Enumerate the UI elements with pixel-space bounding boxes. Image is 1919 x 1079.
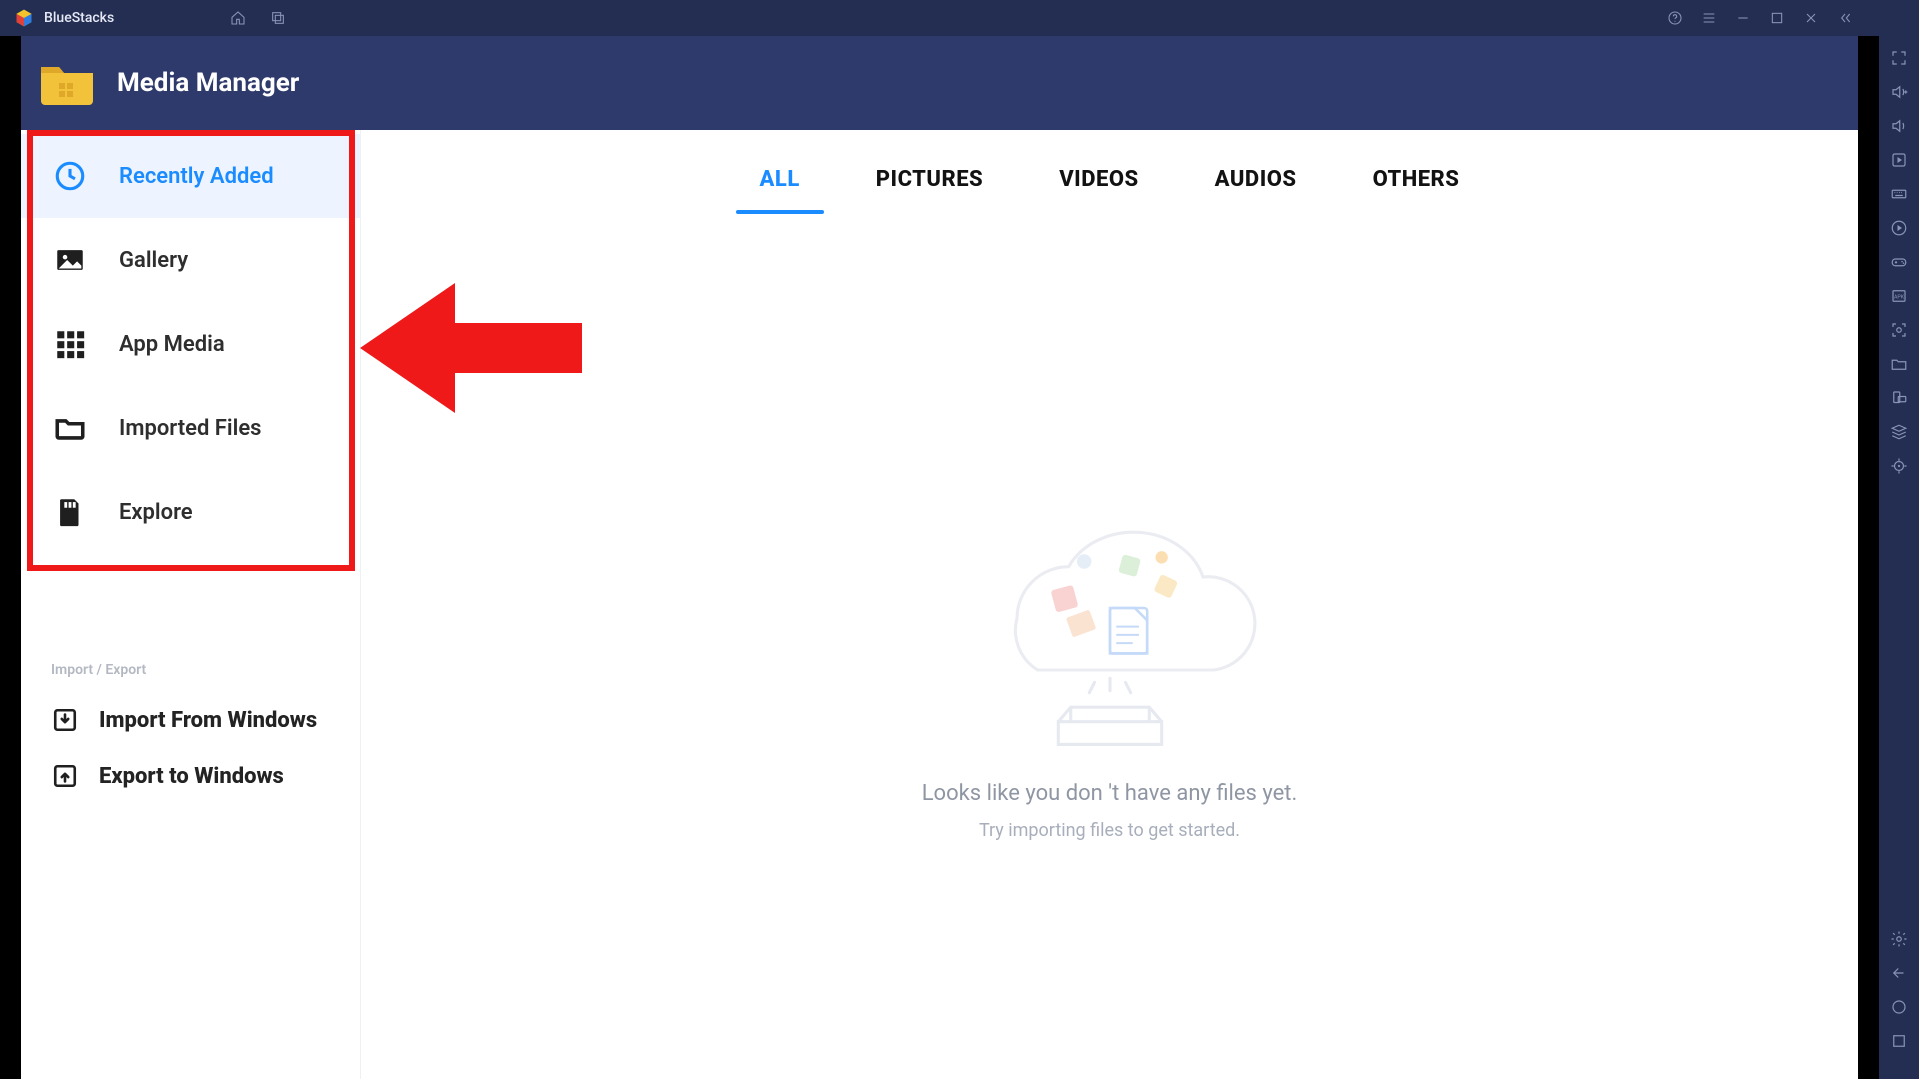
sidebar-section-label: Import / Export bbox=[21, 654, 360, 692]
titlebar-app-name: BlueStacks bbox=[44, 10, 114, 26]
back-icon[interactable] bbox=[1879, 963, 1919, 983]
help-icon[interactable] bbox=[1661, 0, 1689, 36]
sidebar-item-label: Imported Files bbox=[119, 416, 261, 441]
media-tabs: ALL PICTURES VIDEOS AUDIOS OTHERS bbox=[361, 130, 1858, 214]
tab-all[interactable]: ALL bbox=[754, 157, 806, 214]
empty-cloud-illustration-icon bbox=[955, 453, 1265, 767]
fullscreen-icon[interactable] bbox=[1879, 48, 1919, 68]
play-circle-icon[interactable] bbox=[1879, 218, 1919, 238]
sidebar-item-app-media[interactable]: App Media bbox=[21, 302, 360, 386]
sidebar-action-import[interactable]: Import From Windows bbox=[21, 692, 360, 748]
gamepad-icon[interactable] bbox=[1879, 252, 1919, 272]
sidebar-item-gallery[interactable]: Gallery bbox=[21, 218, 360, 302]
grid-icon bbox=[53, 327, 87, 361]
empty-state-title: Looks like you don 't have any files yet… bbox=[922, 781, 1298, 806]
tab-label: ALL bbox=[760, 167, 800, 192]
app-header: Media Manager bbox=[21, 36, 1858, 130]
tab-pictures[interactable]: PICTURES bbox=[870, 157, 989, 214]
location-icon[interactable] bbox=[1879, 456, 1919, 476]
import-icon bbox=[51, 706, 79, 734]
close-icon[interactable] bbox=[1797, 0, 1825, 36]
android-home-icon[interactable] bbox=[1879, 997, 1919, 1017]
menu-icon[interactable] bbox=[1695, 0, 1723, 36]
sidebar-item-label: Gallery bbox=[119, 248, 188, 273]
tab-label: AUDIOS bbox=[1215, 167, 1297, 192]
sidebar-item-label: App Media bbox=[119, 332, 225, 357]
apk-install-icon[interactable]: APK bbox=[1879, 286, 1919, 306]
media-manager-folder-icon bbox=[39, 59, 95, 107]
sdcard-icon bbox=[53, 495, 87, 529]
titlebar: BlueStacks bbox=[0, 0, 1919, 36]
stacks-icon[interactable] bbox=[1879, 422, 1919, 442]
export-icon bbox=[51, 762, 79, 790]
tab-videos[interactable]: VIDEOS bbox=[1053, 157, 1144, 214]
keyboard-icon[interactable] bbox=[1879, 184, 1919, 204]
sidebar-item-label: Explore bbox=[119, 500, 193, 525]
tab-label: PICTURES bbox=[876, 167, 983, 192]
volume-icon[interactable] bbox=[1879, 116, 1919, 136]
windows-icon[interactable] bbox=[264, 0, 292, 36]
recents-icon[interactable] bbox=[1879, 1031, 1919, 1051]
maximize-icon[interactable] bbox=[1763, 0, 1791, 36]
svg-text:APK: APK bbox=[1894, 294, 1905, 300]
sidebar-item-recently-added[interactable]: Recently Added bbox=[21, 134, 360, 218]
tab-label: OTHERS bbox=[1373, 167, 1460, 192]
tab-audios[interactable]: AUDIOS bbox=[1209, 157, 1303, 214]
screenshot-icon[interactable] bbox=[1879, 320, 1919, 340]
content-area: ALL PICTURES VIDEOS AUDIOS OTHERS bbox=[361, 130, 1858, 1079]
tab-others[interactable]: OTHERS bbox=[1367, 157, 1466, 214]
bluestacks-logo-icon bbox=[14, 8, 34, 28]
app-title: Media Manager bbox=[117, 68, 299, 98]
sidebar-item-explore[interactable]: Explore bbox=[21, 470, 360, 554]
minimize-icon[interactable] bbox=[1729, 0, 1757, 36]
sidebar-item-label: Recently Added bbox=[119, 164, 274, 189]
volume-up-icon[interactable] bbox=[1879, 82, 1919, 102]
rotate-icon[interactable] bbox=[1879, 388, 1919, 408]
sidebar: Recently Added Gallery App Media bbox=[21, 130, 361, 1079]
clock-icon bbox=[53, 159, 87, 193]
home-icon[interactable] bbox=[224, 0, 252, 36]
tab-label: VIDEOS bbox=[1059, 167, 1138, 192]
folder-outline-icon bbox=[53, 411, 87, 445]
sidebar-action-label: Import From Windows bbox=[99, 708, 317, 733]
settings-gear-icon[interactable] bbox=[1879, 929, 1919, 949]
sidebar-action-export[interactable]: Export to Windows bbox=[21, 748, 360, 804]
empty-state-subtitle: Try importing files to get started. bbox=[979, 820, 1240, 841]
picture-icon bbox=[53, 243, 87, 277]
right-toolbar: APK bbox=[1879, 36, 1919, 1079]
sidebar-item-imported-files[interactable]: Imported Files bbox=[21, 386, 360, 470]
play-square-icon[interactable] bbox=[1879, 150, 1919, 170]
collapse-sidebar-icon[interactable] bbox=[1831, 0, 1859, 36]
sidebar-action-label: Export to Windows bbox=[99, 764, 284, 789]
files-folder-icon[interactable] bbox=[1879, 354, 1919, 374]
